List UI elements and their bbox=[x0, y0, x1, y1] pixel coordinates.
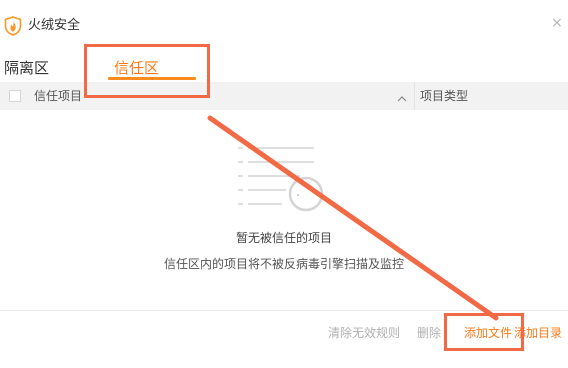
annotation-highlight-add-file bbox=[444, 313, 524, 351]
chevron-up-icon[interactable] bbox=[396, 90, 408, 102]
close-button[interactable]: × bbox=[550, 16, 564, 30]
tab-quarantine[interactable]: 隔离区 bbox=[4, 58, 49, 78]
column-header-trust-item[interactable]: 信任项目 bbox=[34, 89, 82, 103]
app-logo-icon bbox=[4, 16, 22, 36]
clear-invalid-rules-button[interactable]: 清除无效规则 bbox=[328, 326, 400, 340]
delete-button[interactable]: 删除 bbox=[417, 326, 441, 340]
empty-list-search-icon bbox=[234, 140, 330, 216]
app-title: 火绒安全 bbox=[28, 18, 81, 33]
column-divider[interactable] bbox=[414, 82, 415, 110]
close-icon: × bbox=[551, 15, 563, 31]
empty-state-description: 信任区内的项目将不被反病毒引擎扫描及监控 bbox=[163, 257, 404, 271]
annotation-highlight-trust-tab bbox=[84, 44, 210, 98]
footer-divider bbox=[0, 310, 568, 311]
select-all-checkbox[interactable] bbox=[9, 90, 21, 102]
column-header-item-type[interactable]: 项目类型 bbox=[420, 89, 468, 103]
empty-state-title: 暂无被信任的项目 bbox=[235, 231, 332, 245]
